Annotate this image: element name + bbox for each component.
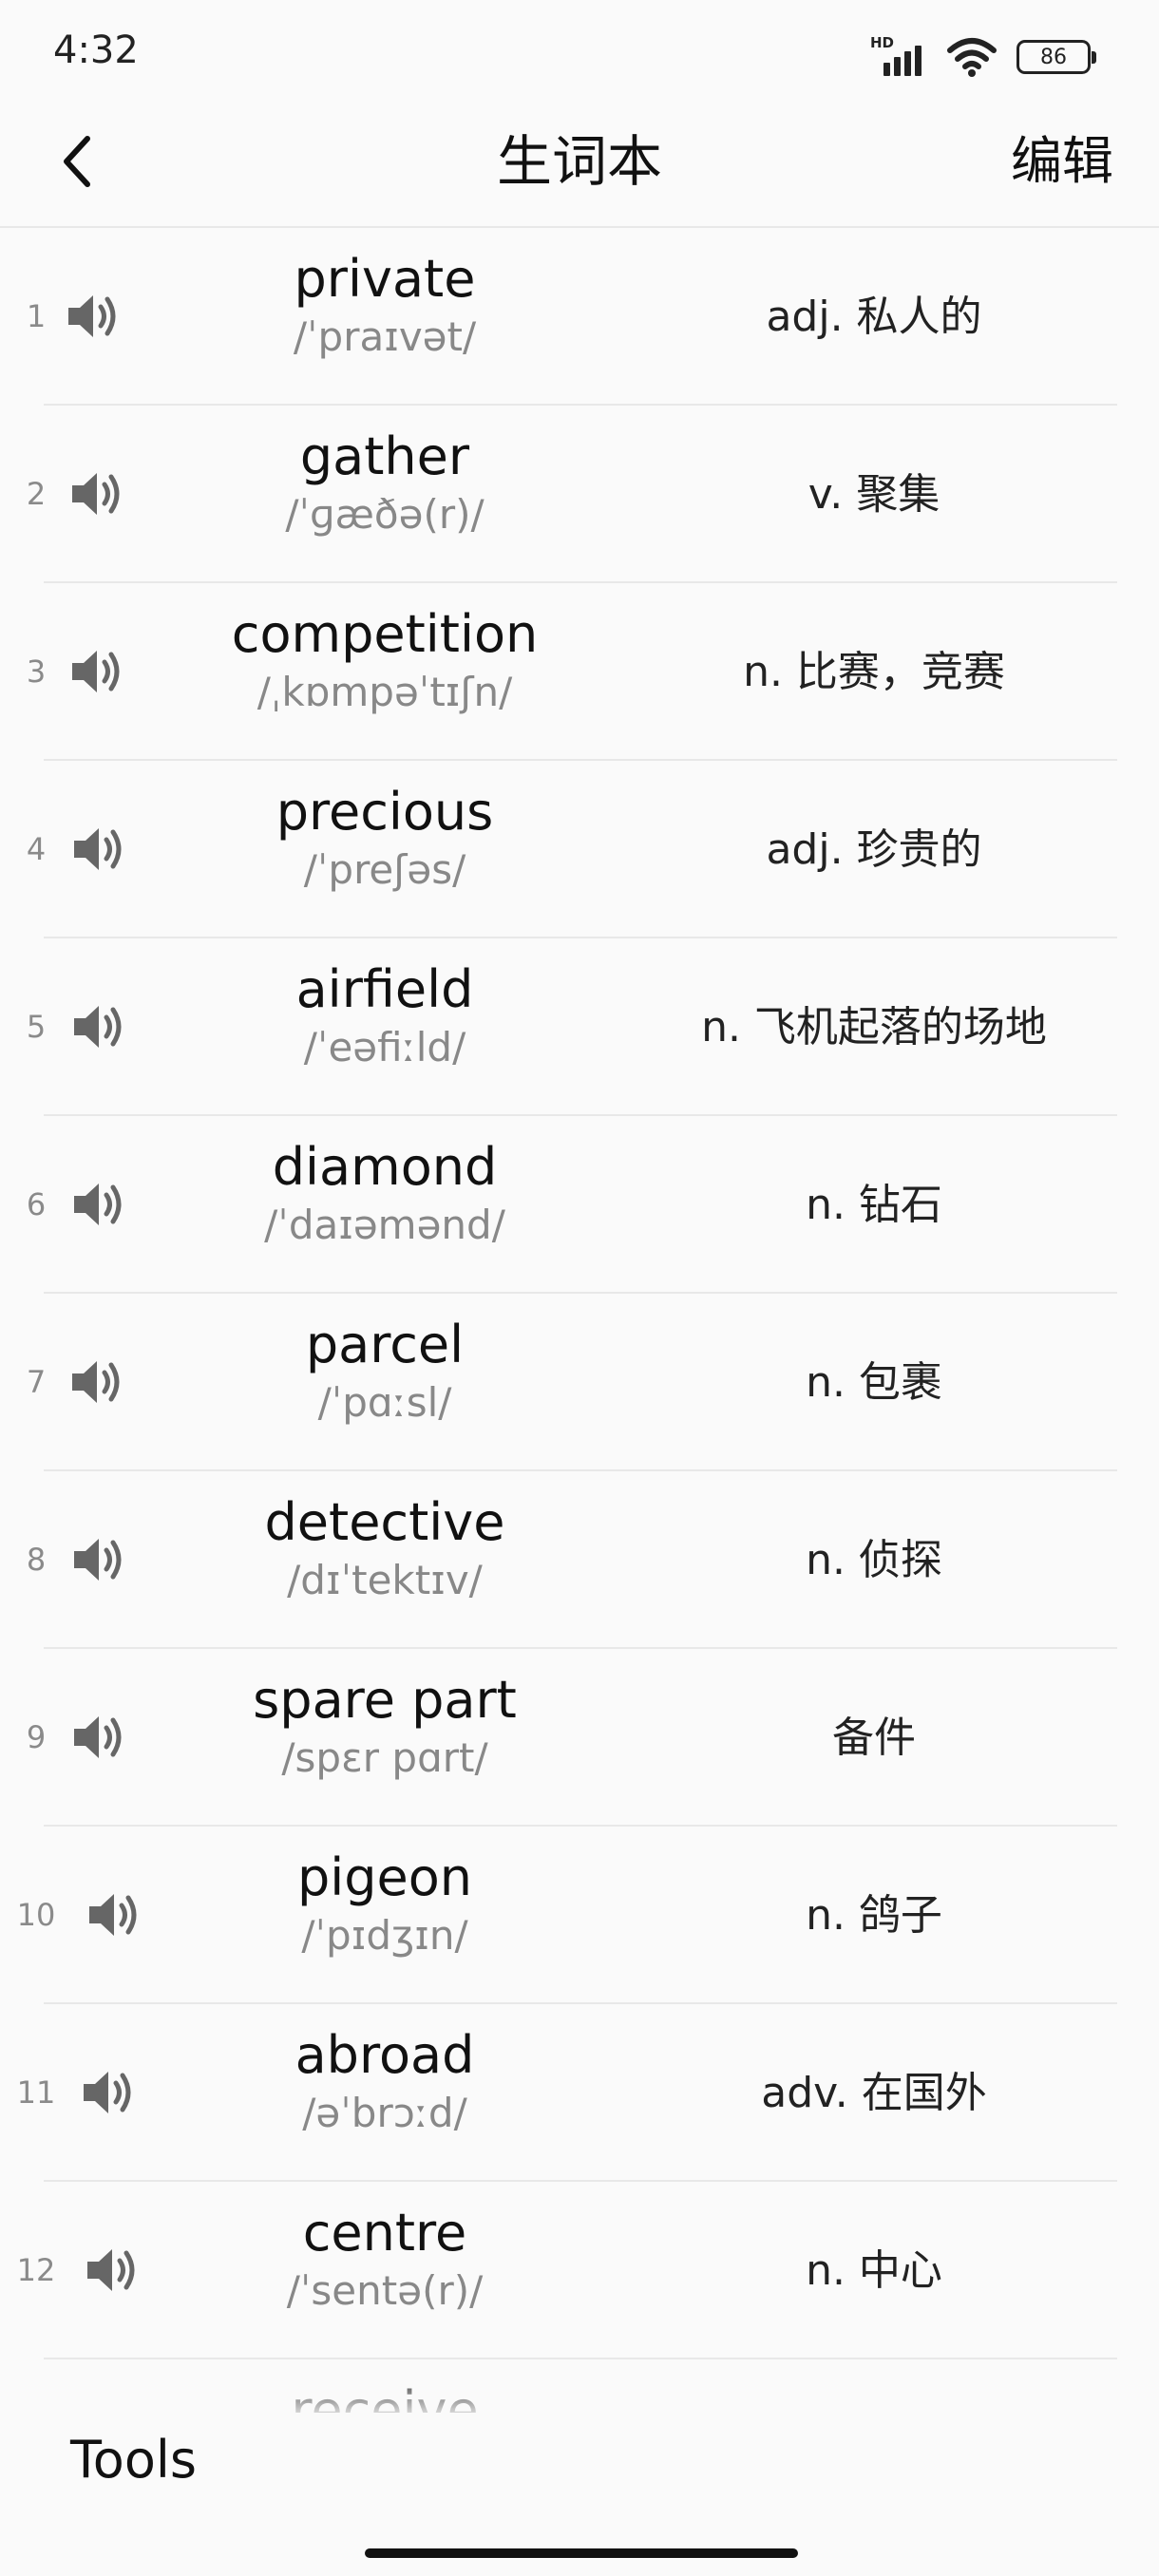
word-meaning: v. 聚集 bbox=[808, 470, 940, 519]
word-phonetic: /ˈsentə(r)/ bbox=[286, 2267, 484, 2314]
edit-button[interactable]: 编辑 bbox=[1011, 114, 1113, 209]
speaker-icon[interactable] bbox=[84, 2244, 141, 2297]
speaker-icon[interactable] bbox=[70, 1000, 127, 1053]
word-text: detective bbox=[264, 1492, 505, 1552]
list-item[interactable]: 10 pigeon /ˈpɪdʒɪn/ n. 鸽子 bbox=[0, 1827, 1159, 2004]
word-cell: pigeon /ˈpɪdʒɪn/ bbox=[162, 1847, 608, 1963]
word-phonetic: /ˈpreʃəs/ bbox=[303, 846, 466, 893]
list-item[interactable]: 4 precious /ˈpreʃəs/ adj. 珍贵的 bbox=[0, 761, 1159, 938]
list-item[interactable]: 5 airfield /ˈeəfiːld/ n. 飞机起落的场地 bbox=[0, 938, 1159, 1116]
word-cell: airfield /ˈeəfiːld/ bbox=[162, 959, 608, 1075]
word-cell: abroad /əˈbrɔːd/ bbox=[162, 2025, 608, 2141]
word-text: parcel bbox=[305, 1315, 465, 1374]
word-text: spare part bbox=[253, 1670, 517, 1730]
word-meaning: n. 鸽子 bbox=[806, 1891, 942, 1940]
row-index: 9 bbox=[26, 1719, 47, 1755]
row-index: 1 bbox=[26, 298, 47, 334]
word-phonetic: /əˈbrɔːd/ bbox=[302, 2090, 467, 2136]
row-index: 5 bbox=[26, 1009, 47, 1045]
row-index: 3 bbox=[26, 653, 47, 690]
word-meaning: n. 包裹 bbox=[806, 1358, 942, 1407]
word-phonetic: /ˈdaɪəmənd/ bbox=[264, 1202, 505, 1248]
word-text: competition bbox=[231, 604, 539, 664]
row-index: 8 bbox=[26, 1542, 47, 1578]
speaker-icon[interactable] bbox=[86, 1888, 142, 1941]
speaker-icon[interactable] bbox=[80, 2066, 137, 2119]
word-meaning: 备件 bbox=[832, 1714, 916, 1762]
row-index: 10 bbox=[16, 1897, 56, 1933]
status-time: 4:32 bbox=[53, 28, 139, 72]
row-index: 6 bbox=[26, 1186, 47, 1222]
row-index: 7 bbox=[26, 1364, 47, 1400]
word-cell: detective /dɪˈtektɪv/ bbox=[162, 1492, 608, 1608]
home-indicator[interactable] bbox=[365, 2548, 798, 2558]
battery-icon: 86 bbox=[1016, 40, 1096, 74]
speaker-icon[interactable] bbox=[70, 1533, 127, 1586]
row-index: 2 bbox=[26, 476, 47, 512]
word-phonetic: /ˈeəfiːld/ bbox=[303, 1024, 466, 1070]
page-title: 生词本 bbox=[496, 129, 662, 194]
word-cell: diamond /ˈdaɪəmənd/ bbox=[162, 1137, 608, 1253]
row-index: 4 bbox=[26, 831, 47, 867]
list-item[interactable]: 12 centre /ˈsentə(r)/ n. 中心 bbox=[0, 2182, 1159, 2359]
word-meaning: n. 钻石 bbox=[806, 1181, 942, 1229]
word-cell: gather /ˈɡæðə(r)/ bbox=[162, 426, 608, 542]
word-text: pigeon bbox=[296, 1847, 473, 1907]
speaker-icon[interactable] bbox=[65, 290, 122, 343]
status-bar: 4:32 HD 86 bbox=[0, 0, 1159, 95]
word-text: precious bbox=[276, 782, 494, 842]
word-phonetic: /ˌkɒmpəˈtɪʃn/ bbox=[256, 669, 513, 715]
word-cell: spare part /spɛr pɑrt/ bbox=[162, 1670, 608, 1786]
word-cell: precious /ˈpreʃəs/ bbox=[162, 782, 608, 898]
battery-level: 86 bbox=[1040, 45, 1067, 69]
word-phonetic: /ˈɡæðə(r)/ bbox=[285, 491, 484, 538]
word-phonetic: /spɛr pɑrt/ bbox=[281, 1734, 488, 1781]
word-text: gather bbox=[299, 426, 470, 486]
list-item[interactable]: 6 diamond /ˈdaɪəmənd/ n. 钻石 bbox=[0, 1116, 1159, 1294]
word-cell: private /ˈpraɪvət/ bbox=[162, 249, 608, 365]
word-meaning: n. 侦探 bbox=[806, 1536, 942, 1584]
list-item[interactable]: 9 spare part /spɛr pɑrt/ 备件 bbox=[0, 1649, 1159, 1827]
tools-button[interactable]: Tools bbox=[70, 2430, 197, 2490]
word-meaning: n. 比赛，竞赛 bbox=[743, 648, 1005, 696]
word-meaning: n. 中心 bbox=[806, 2246, 942, 2295]
status-icons: HD 86 bbox=[870, 30, 1096, 84]
list-item[interactable]: 11 abroad /əˈbrɔːd/ adv. 在国外 bbox=[0, 2004, 1159, 2182]
word-phonetic: /ˈpɑːsl/ bbox=[317, 1379, 452, 1426]
speaker-icon[interactable] bbox=[68, 1355, 125, 1409]
word-phonetic: /ˈpɪdʒɪn/ bbox=[301, 1912, 468, 1959]
list-item[interactable]: 8 detective /dɪˈtektɪv/ n. 侦探 bbox=[0, 1471, 1159, 1649]
word-text: private bbox=[294, 249, 476, 309]
row-index: 12 bbox=[16, 2252, 56, 2288]
word-text: diamond bbox=[272, 1137, 498, 1197]
word-text: airfield bbox=[295, 959, 474, 1019]
speaker-icon[interactable] bbox=[70, 1711, 127, 1764]
word-phonetic: /ˈpraɪvət/ bbox=[293, 313, 477, 360]
word-meaning: adj. 珍贵的 bbox=[766, 825, 982, 874]
word-meaning: adj. 私人的 bbox=[766, 293, 982, 341]
word-phonetic: /dɪˈtektɪv/ bbox=[287, 1557, 483, 1603]
row-index: 11 bbox=[16, 2074, 56, 2111]
speaker-icon[interactable] bbox=[68, 645, 125, 698]
list-item[interactable]: 3 competition /ˌkɒmpəˈtɪʃn/ n. 比赛，竞赛 bbox=[0, 583, 1159, 761]
word-text: abroad bbox=[294, 2025, 475, 2085]
word-meaning: n. 飞机起落的场地 bbox=[701, 1003, 1047, 1051]
signal-icon: HD bbox=[870, 34, 933, 80]
list-item[interactable]: 2 gather /ˈɡæðə(r)/ v. 聚集 bbox=[0, 406, 1159, 583]
wifi-icon bbox=[947, 38, 997, 77]
nav-bar: 生词本 编辑 bbox=[0, 95, 1159, 228]
word-cell: centre /ˈsentə(r)/ bbox=[162, 2203, 608, 2319]
word-cell: competition /ˌkɒmpəˈtɪʃn/ bbox=[162, 604, 608, 720]
speaker-icon[interactable] bbox=[68, 467, 125, 521]
speaker-icon[interactable] bbox=[70, 823, 127, 876]
speaker-icon[interactable] bbox=[70, 1178, 127, 1231]
word-text: centre bbox=[302, 2203, 467, 2263]
word-cell: parcel /ˈpɑːsl/ bbox=[162, 1315, 608, 1430]
word-meaning: adv. 在国外 bbox=[761, 2069, 987, 2117]
word-list[interactable]: 1 private /ˈpraɪvət/ adj. 私人的 2 gather /… bbox=[0, 228, 1159, 2413]
list-item[interactable]: 7 parcel /ˈpɑːsl/ n. 包裹 bbox=[0, 1294, 1159, 1471]
list-item[interactable]: 1 private /ˈpraɪvət/ adj. 私人的 bbox=[0, 228, 1159, 406]
